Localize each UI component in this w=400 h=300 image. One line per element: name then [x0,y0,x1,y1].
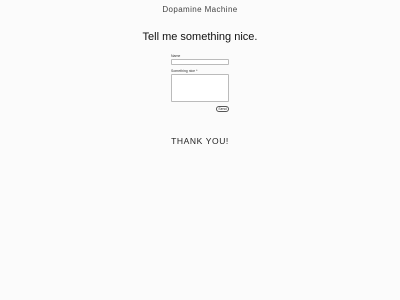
name-label: Name [171,54,181,58]
send-button[interactable]: Send [216,106,229,112]
message-textarea[interactable] [171,74,229,102]
message-label: Something nice * [171,69,198,73]
contact-form: Name Something nice * [171,54,230,102]
site-title[interactable]: Dopamine Machine [0,5,400,14]
page-heading: Tell me something nice. [142,31,258,43]
name-input[interactable] [171,59,229,65]
thank-you-message: THANK YOU! [171,136,229,146]
